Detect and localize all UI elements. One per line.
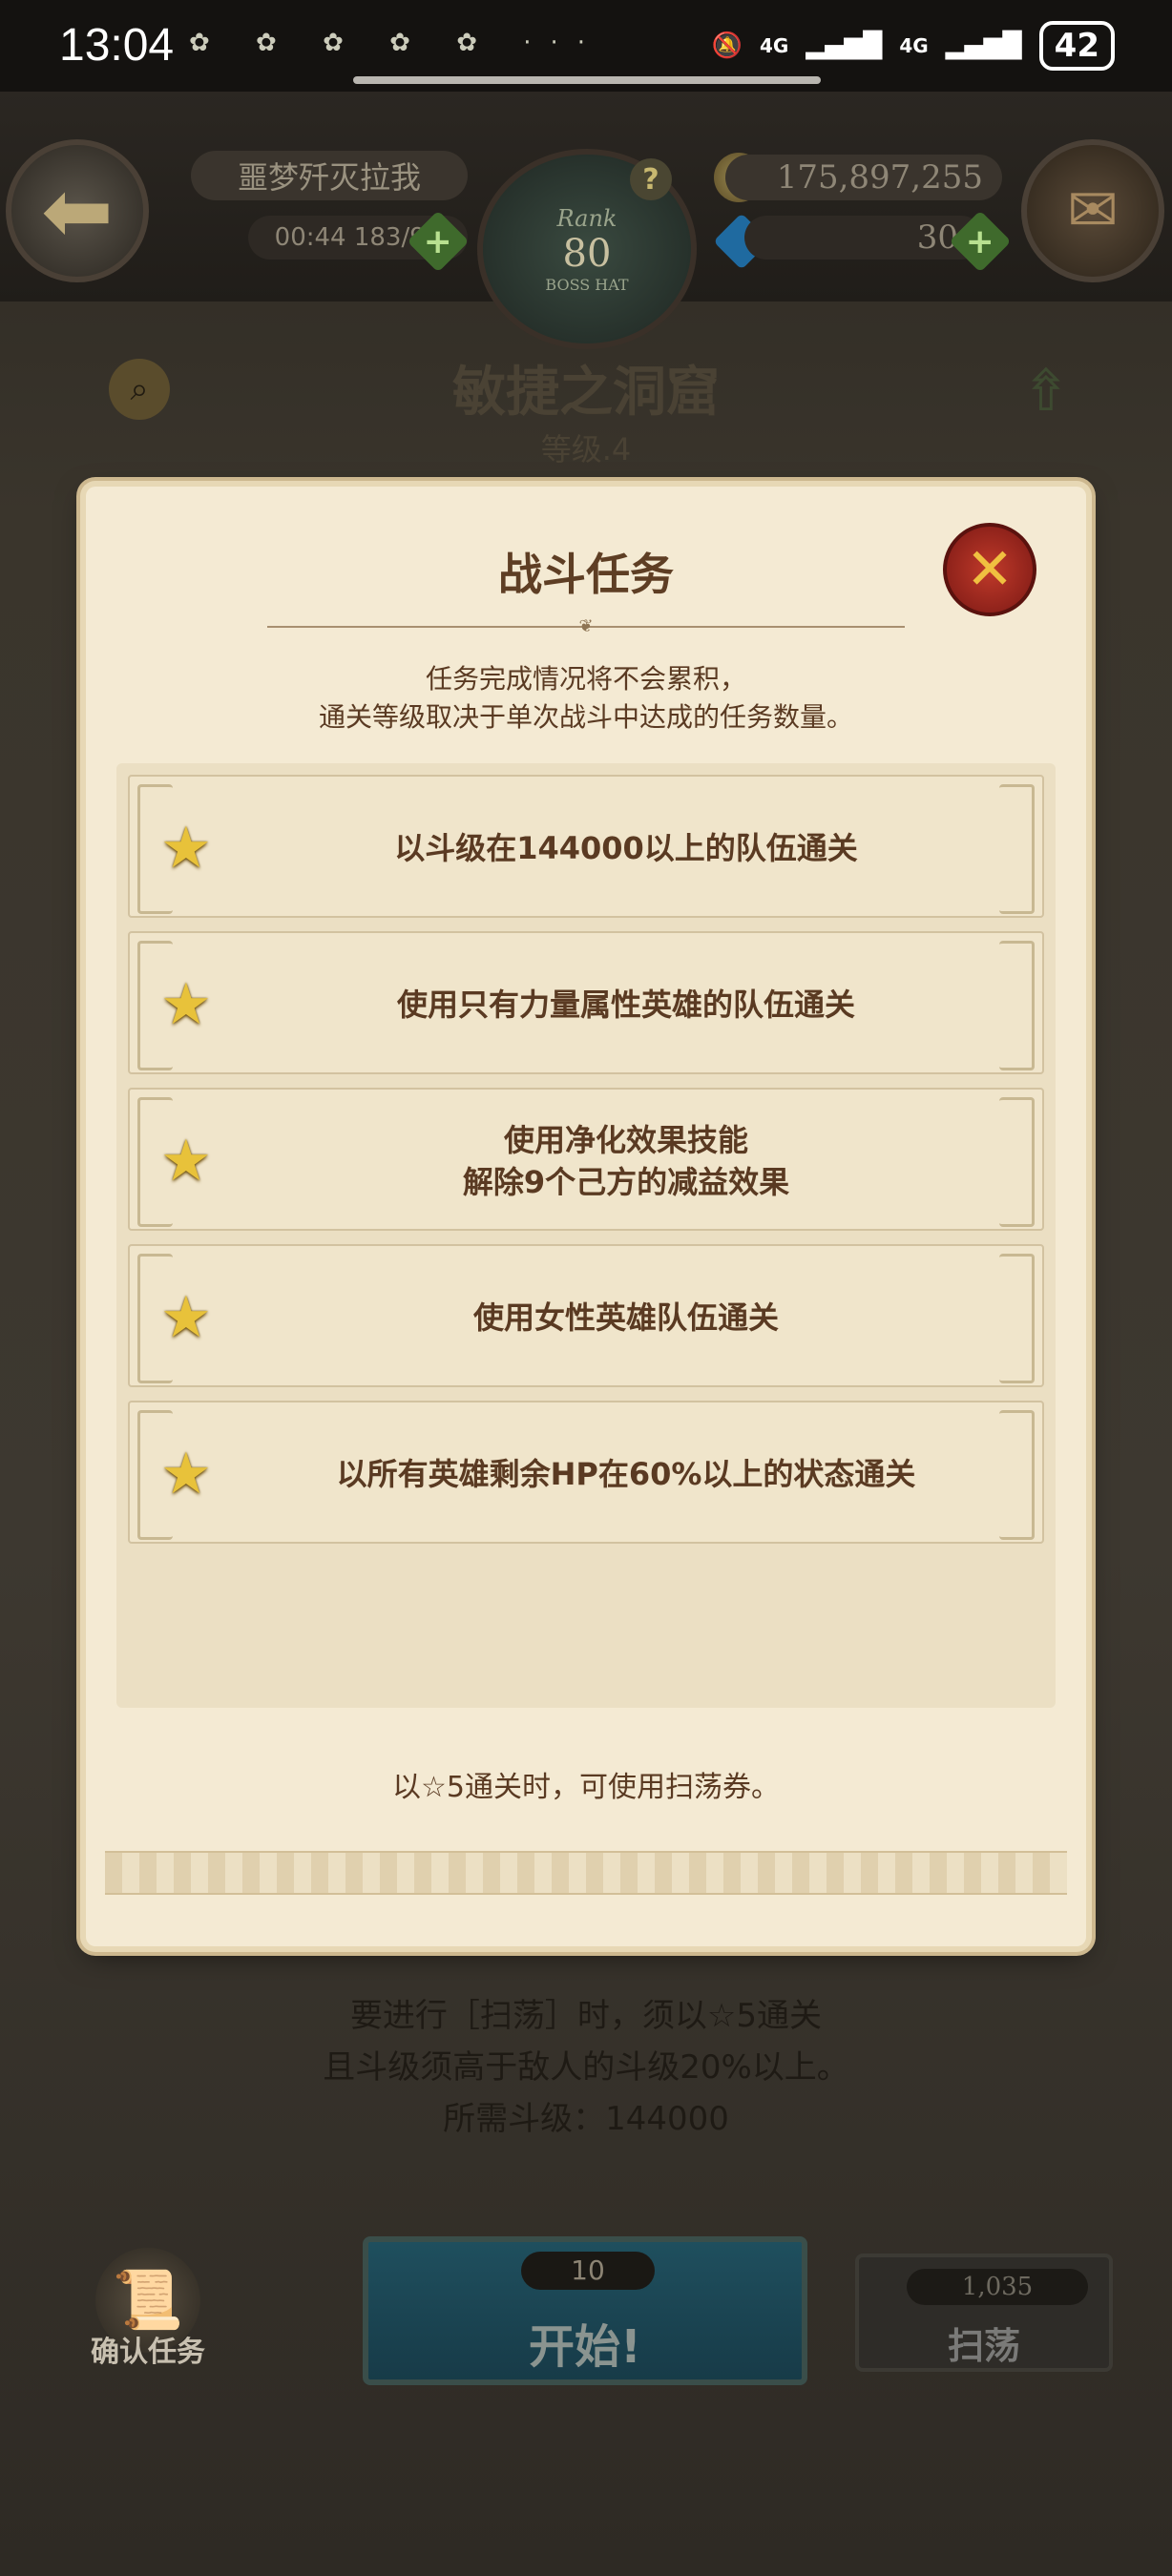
gem-amount: 30 bbox=[744, 216, 983, 260]
rank-label: Rank bbox=[556, 204, 617, 232]
mission-text: 使用女性英雄队伍通关 bbox=[472, 1299, 779, 1336]
battery-indicator: 42 bbox=[1038, 21, 1115, 71]
status-right: 🔕 4G ▂▄▆█ 4G ▂▄▆█ 42 bbox=[712, 21, 1115, 71]
gesture-bar[interactable] bbox=[353, 76, 821, 84]
status-time: 13:04 bbox=[59, 20, 175, 71]
plus-icon: + bbox=[965, 221, 995, 261]
mission-item: ★ 使用净化效果技能 解除9个己方的减益效果 bbox=[128, 1088, 1044, 1231]
status-bar: 13:04 ✿ ✿ ✿ ✿ ✿ ··· 🔕 4G ▂▄▆█ 4G ▂▄▆█ 42 bbox=[0, 0, 1172, 92]
close-icon: ✕ bbox=[965, 536, 1015, 603]
help-button[interactable]: ? bbox=[630, 158, 672, 200]
star-icon: ★ bbox=[160, 815, 212, 882]
start-button[interactable]: 10 开始! bbox=[363, 2236, 807, 2385]
sweep-label: 扫荡 bbox=[947, 2325, 1020, 2367]
plus-icon: + bbox=[423, 221, 453, 261]
rank-subtitle: BOSS HAT bbox=[545, 275, 629, 294]
sweep-requirements: 要进行［扫荡］时，须以☆5通关 且斗级须高于敌人的斗级20%以上。 所需斗级：1… bbox=[0, 1990, 1172, 2145]
dungeon-level: 等级.4 bbox=[540, 431, 632, 467]
battle-mission-dialog: 战斗任务 ❦ ✕ 任务完成情况将不会累积， 通关等级取决于单次战斗中达成的任务数… bbox=[86, 487, 1086, 1946]
rank-value: 80 bbox=[562, 231, 612, 276]
gold-amount: 175,897,255 bbox=[725, 155, 1002, 200]
decorative-border bbox=[105, 1851, 1067, 1895]
sweep-note: 以☆5通关时，可使用扫荡券。 bbox=[392, 1771, 780, 1804]
signal-icon-1: 4G bbox=[760, 34, 789, 57]
game-header: ⬅ 噩梦歼灭拉我 00:44 183/99 + Rank 80 BOSS HAT… bbox=[0, 92, 1172, 349]
back-button[interactable]: ⬅ bbox=[6, 139, 149, 282]
mission-list: ★ 以斗级在144000以上的队伍通关 ★ 使用只有力量属性英雄的队伍通关 ★ … bbox=[116, 763, 1056, 1708]
mission-text: 使用只有力量属性英雄的队伍通关 bbox=[396, 987, 855, 1023]
signal-icon-2: 4G bbox=[899, 34, 929, 57]
star-icon: ★ bbox=[160, 1128, 212, 1195]
star-icon: ★ bbox=[160, 1284, 212, 1351]
requirement-line-2: 且斗级须高于敌人的斗级20%以上。 bbox=[323, 2048, 849, 2087]
level-up-button[interactable]: ⇮ bbox=[1008, 353, 1084, 429]
dialog-description: 任务完成情况将不会累积， 通关等级取决于单次战斗中达成的任务数量。 bbox=[318, 663, 853, 733]
level-up-icon: ⇮ bbox=[1021, 358, 1071, 425]
confirm-mission-label: 确认任务 bbox=[91, 2336, 205, 2369]
mission-text: 以斗级在144000以上的队伍通关 bbox=[394, 830, 858, 866]
mission-item: ★ 使用只有力量属性英雄的队伍通关 bbox=[128, 931, 1044, 1074]
dungeon-title: 敏捷之洞窟 bbox=[452, 362, 720, 424]
mission-item: ★ 使用女性英雄队伍通关 bbox=[128, 1244, 1044, 1387]
requirement-line-1: 要进行［扫荡］时，须以☆5通关 bbox=[349, 1997, 823, 2035]
close-button[interactable]: ✕ bbox=[943, 523, 1036, 616]
sweep-ticket-count: 1,035 bbox=[907, 2269, 1088, 2305]
signal-bars-icon-1: ▂▄▆█ bbox=[806, 31, 883, 60]
start-cost: 10 bbox=[521, 2252, 655, 2290]
start-label: 开始! bbox=[529, 2320, 641, 2374]
mail-button[interactable]: ✉ bbox=[1021, 139, 1164, 282]
star-icon: ★ bbox=[160, 1441, 212, 1507]
mission-item: ★ 以斗级在144000以上的队伍通关 bbox=[128, 775, 1044, 918]
notification-icons: ✿ ✿ ✿ ✿ ✿ ··· bbox=[189, 29, 605, 57]
requirement-line-3: 所需斗级：144000 bbox=[443, 2100, 729, 2138]
mission-text: 使用净化效果技能 解除9个己方的减益效果 bbox=[462, 1122, 790, 1200]
mail-icon: ✉ bbox=[1067, 176, 1119, 246]
back-arrow-icon: ⬅ bbox=[41, 160, 114, 261]
mission-item: ★ 以所有英雄剩余HP在60%以上的状态通关 bbox=[128, 1401, 1044, 1544]
mission-text: 以所有英雄剩余HP在60%以上的状态通关 bbox=[336, 1456, 916, 1492]
ornament-icon: ❦ bbox=[578, 616, 594, 636]
player-name: 噩梦歼灭拉我 bbox=[191, 151, 468, 200]
confirm-mission-button[interactable]: 📜 确认任务 bbox=[76, 2248, 220, 2381]
star-icon: ★ bbox=[160, 971, 212, 1038]
dialog-title: 战斗任务 bbox=[498, 549, 674, 600]
mute-icon: 🔕 bbox=[711, 31, 743, 60]
sweep-button[interactable]: 1,035 扫荡 bbox=[855, 2254, 1113, 2372]
signal-bars-icon-2: ▂▄▆█ bbox=[945, 31, 1022, 60]
